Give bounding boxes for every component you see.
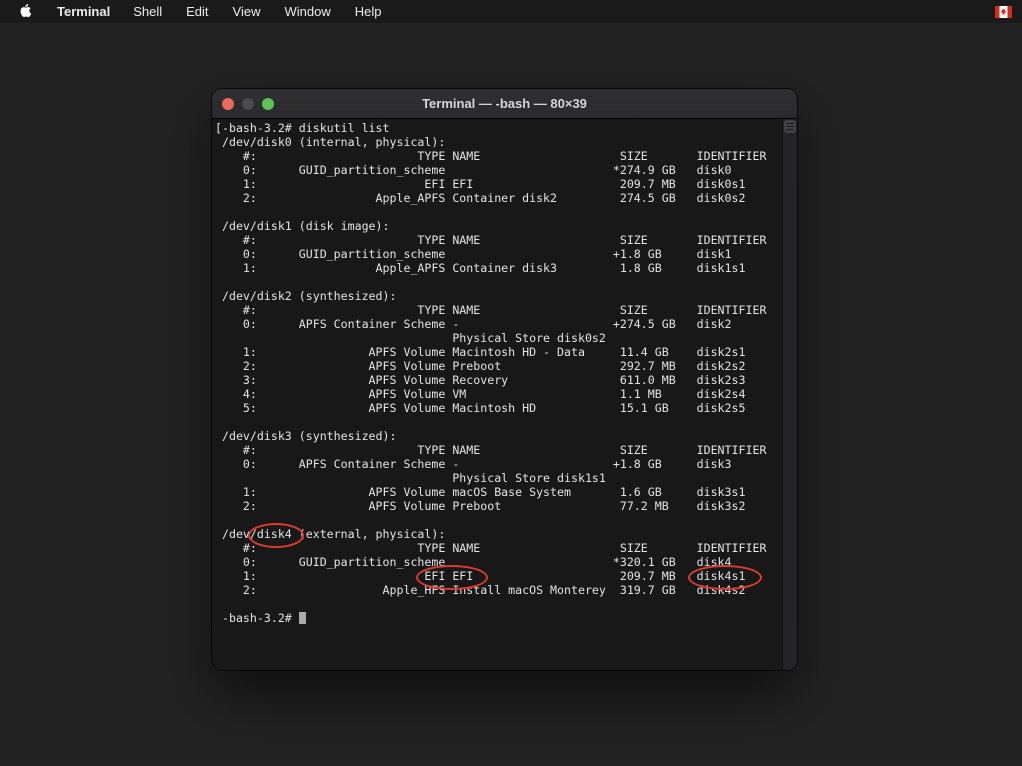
terminal-text[interactable]: [-bash-3.2# diskutil list ] /dev/disk0 (… <box>212 119 797 625</box>
terminal-cursor <box>299 612 306 624</box>
menu-bar: Terminal Shell Edit View Window Help <box>0 0 1022 23</box>
apple-menu-icon[interactable] <box>20 4 34 20</box>
zoom-button[interactable] <box>262 98 274 110</box>
annotation-circle-disk4 <box>248 523 304 548</box>
window-titlebar[interactable]: Terminal — -bash — 80×39 <box>212 89 797 119</box>
split-pane-icon[interactable] <box>784 120 796 133</box>
annotation-circle-disk4s1 <box>688 565 762 590</box>
menu-item-shell[interactable]: Shell <box>131 4 164 19</box>
window-title: Terminal — -bash — 80×39 <box>212 96 797 111</box>
minimize-button[interactable] <box>242 98 254 110</box>
traffic-lights <box>222 98 274 110</box>
menu-item-view[interactable]: View <box>231 4 263 19</box>
menu-item-edit[interactable]: Edit <box>184 4 210 19</box>
terminal-window: Terminal — -bash — 80×39 [-bash-3.2# dis… <box>212 89 797 670</box>
terminal-content[interactable]: [-bash-3.2# diskutil list ] /dev/disk0 (… <box>212 119 797 670</box>
menu-item-help[interactable]: Help <box>353 4 384 19</box>
scrollbar-track[interactable] <box>782 119 797 670</box>
canada-flag-icon[interactable] <box>995 6 1012 18</box>
menu-item-terminal[interactable]: Terminal <box>55 4 112 19</box>
menu-item-window[interactable]: Window <box>283 4 333 19</box>
annotation-circle-efi-efi <box>416 565 488 590</box>
apple-logo-icon <box>20 4 34 20</box>
close-button[interactable] <box>222 98 234 110</box>
